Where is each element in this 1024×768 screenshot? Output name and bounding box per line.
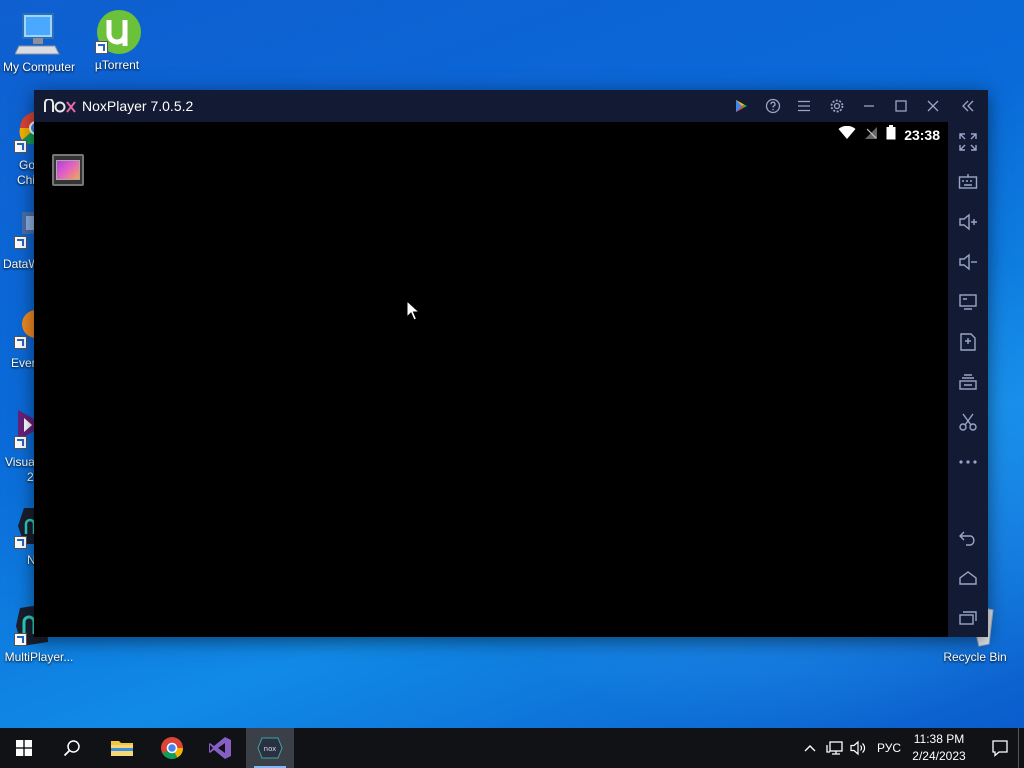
volume-down-icon[interactable] (956, 250, 980, 274)
desktop-icon-nox-partial[interactable] (12, 508, 42, 556)
computer-icon (14, 10, 63, 58)
shortcut-arrow-icon (14, 236, 27, 249)
desktop-icon-visual-studio-partial[interactable] (12, 406, 36, 454)
mouse-cursor-icon (406, 299, 421, 327)
taskbar: nox РУС 11:38 PM 2/24/2023 (0, 728, 1024, 768)
android-screen[interactable]: 23:38 (34, 122, 948, 637)
network-icon (826, 741, 843, 755)
desktop-icon-label: Chi (17, 173, 36, 187)
desktop-icon-datawrapper-partial[interactable] (12, 208, 36, 256)
shortcut-arrow-icon (14, 536, 27, 549)
chrome-icon (161, 737, 183, 759)
minimize-icon[interactable] (858, 96, 880, 116)
nox-icon: nox (257, 737, 283, 759)
window-title: NoxPlayer 7.0.5.2 (82, 98, 194, 114)
play-store-icon[interactable] (730, 96, 752, 116)
desktop-icon-label: MultiPlayer... (4, 650, 74, 664)
input-language-indicator[interactable]: РУС (877, 741, 901, 755)
nox-logo (44, 98, 76, 117)
nox-player-window: NoxPlayer 7.0.5.2 23:38 (34, 90, 988, 637)
folder-icon (111, 741, 133, 756)
picture-icon (56, 160, 80, 180)
show-desktop-button[interactable] (1018, 728, 1024, 768)
show-hidden-icons-button[interactable] (798, 728, 822, 768)
shortcut-arrow-icon (14, 336, 27, 349)
battery-icon (886, 125, 896, 145)
taskbar-chrome[interactable] (148, 728, 196, 768)
desktop-icon-utorrent[interactable]: µTorrent (78, 8, 156, 72)
wifi-icon (838, 125, 856, 145)
chevron-up-icon (804, 745, 816, 752)
no-signal-icon (864, 126, 878, 145)
screen-icon[interactable] (956, 290, 980, 314)
desktop-icon-label: My Computer (2, 60, 76, 74)
desktop-icon-chrome-partial[interactable] (12, 110, 52, 158)
desktop-icon-label: µTorrent (94, 58, 140, 72)
tray-time: 11:38 PM (913, 732, 965, 746)
desktop-icon-label: Visua (5, 455, 35, 469)
fullscreen-icon[interactable] (956, 130, 980, 154)
action-center-button[interactable] (976, 728, 1024, 768)
shortcut-arrow-icon (14, 633, 27, 646)
close-icon[interactable] (922, 96, 944, 116)
menu-icon[interactable] (793, 96, 815, 116)
nox-titlebar[interactable]: NoxPlayer 7.0.5.2 (34, 90, 988, 122)
maximize-icon[interactable] (890, 96, 912, 116)
keyboard-icon[interactable] (956, 170, 980, 194)
taskbar-file-explorer[interactable] (98, 728, 146, 768)
shortcut-arrow-icon (95, 41, 108, 54)
recent-apps-icon[interactable] (956, 606, 980, 630)
start-button[interactable] (0, 728, 48, 768)
volume-tray-button[interactable] (846, 728, 870, 768)
desktop-icon-label: 2 (27, 470, 34, 484)
shortcut-arrow-icon (14, 436, 27, 449)
settings-icon[interactable] (826, 96, 848, 116)
visual-studio-icon (209, 737, 231, 759)
speaker-icon (850, 740, 866, 756)
desktop-icon-label: Go (19, 158, 36, 172)
search-button[interactable] (48, 728, 96, 768)
home-icon[interactable] (956, 566, 980, 590)
search-icon (63, 740, 80, 757)
network-tray-button[interactable] (822, 728, 848, 768)
taskbar-visual-studio[interactable] (196, 728, 244, 768)
desktop-icon-everything-partial[interactable] (12, 306, 50, 354)
svg-text:nox: nox (264, 745, 277, 753)
volume-up-icon[interactable] (956, 210, 980, 234)
shortcut-arrow-icon (14, 140, 27, 153)
more-icon[interactable] (956, 450, 980, 474)
desktop-icon-label: Recycle Bin (943, 650, 1007, 664)
apk-install-icon[interactable] (956, 330, 980, 354)
tray-clock[interactable]: 11:38 PM 2/24/2023 (906, 731, 972, 765)
utorrent-icon (93, 8, 141, 56)
nox-sidebar (948, 122, 988, 637)
back-icon[interactable] (956, 526, 980, 550)
screenshot-icon[interactable] (956, 410, 980, 434)
help-icon[interactable] (762, 96, 784, 116)
android-status-bar: 23:38 (838, 125, 940, 145)
tray-date: 2/24/2023 (912, 749, 966, 763)
notification-icon (992, 740, 1008, 757)
android-clock: 23:38 (904, 127, 940, 143)
desktop-icon-my-computer[interactable]: My Computer (0, 10, 78, 74)
collapse-sidebar-icon[interactable] (957, 96, 979, 116)
multi-instance-icon[interactable] (956, 370, 980, 394)
windows-logo-icon (16, 740, 32, 756)
taskbar-nox-player[interactable]: nox (246, 728, 294, 768)
gallery-app-icon[interactable] (52, 154, 84, 186)
desktop-icon-label: Ever (11, 356, 36, 370)
